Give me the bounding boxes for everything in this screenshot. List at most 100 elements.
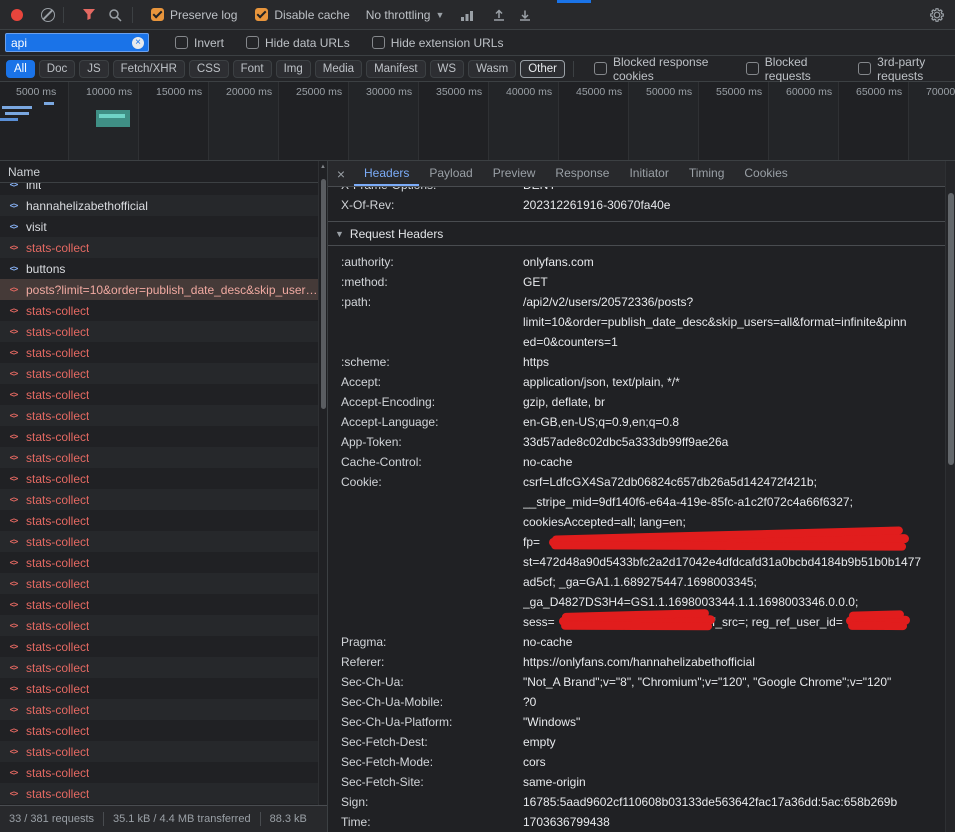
request-row[interactable]: visit: [0, 216, 318, 237]
requests-scrollbar[interactable]: ▲: [318, 161, 327, 805]
request-row[interactable]: stats-collect: [0, 237, 318, 258]
details-tab[interactable]: Timing: [679, 161, 735, 186]
request-row[interactable]: hannahelizabethofficial: [0, 195, 318, 216]
header-value[interactable]: 33d57ade8c02dbc5a333db99ff9ae26a: [523, 432, 945, 452]
request-row[interactable]: posts?limit=10&order=publish_date_desc&s…: [0, 279, 318, 300]
network-conditions-icon[interactable]: [458, 6, 476, 24]
header-value[interactable]: DENY: [523, 187, 945, 195]
header-value[interactable]: GET: [523, 272, 945, 292]
request-row[interactable]: stats-collect: [0, 363, 318, 384]
type-filter-pill[interactable]: WS: [430, 60, 465, 78]
header-value[interactable]: onlyfans.com: [523, 252, 945, 272]
request-row[interactable]: stats-collect: [0, 321, 318, 342]
request-row[interactable]: stats-collect: [0, 405, 318, 426]
header-value[interactable]: ?0: [523, 692, 945, 712]
type-filter-pill[interactable]: Media: [315, 60, 362, 78]
scroll-up-icon[interactable]: ▲: [320, 164, 326, 170]
type-filter-pill[interactable]: All: [6, 60, 35, 78]
toolbar-checkbox[interactable]: Preserve log: [151, 8, 237, 22]
header-value[interactable]: no-cache: [523, 452, 945, 472]
request-row[interactable]: stats-collect: [0, 741, 318, 762]
settings-gear-icon[interactable]: [928, 6, 946, 24]
request-row[interactable]: stats-collect: [0, 615, 318, 636]
type-filter-pill[interactable]: Other: [520, 60, 565, 78]
request-row[interactable]: stats-collect: [0, 552, 318, 573]
request-name: buttons: [26, 262, 65, 276]
throttling-dropdown[interactable]: No throttling ▼: [366, 8, 445, 22]
request-row[interactable]: stats-collect: [0, 573, 318, 594]
clear-icon[interactable]: [41, 8, 55, 22]
header-value[interactable]: 16785:5aad9602cf110608b03133de563642fac1…: [523, 792, 945, 812]
filter-checkbox[interactable]: Hide extension URLs: [372, 36, 504, 50]
details-scrollbar[interactable]: [945, 161, 955, 832]
request-row[interactable]: stats-collect: [0, 468, 318, 489]
type-filter-pill[interactable]: Doc: [39, 60, 75, 78]
type-filter-pill[interactable]: Fetch/XHR: [113, 60, 185, 78]
import-har-icon[interactable]: [490, 6, 508, 24]
request-row[interactable]: stats-collect: [0, 762, 318, 783]
request-row[interactable]: stats-collect: [0, 384, 318, 405]
type-filter-pill[interactable]: Manifest: [366, 60, 425, 78]
request-row[interactable]: stats-collect: [0, 594, 318, 615]
request-headers-section-header[interactable]: ▼ Request Headers: [328, 221, 945, 246]
header-value[interactable]: https: [523, 352, 945, 372]
header-value[interactable]: empty: [523, 732, 945, 752]
scrollbar-thumb[interactable]: [321, 179, 326, 409]
filter-icon[interactable]: [80, 6, 98, 24]
type-filter-pill[interactable]: Wasm: [468, 60, 516, 78]
request-filter-checkbox[interactable]: Blocked response cookies: [594, 55, 726, 83]
header-value[interactable]: https://onlyfans.com/hannahelizabethoffi…: [523, 652, 945, 672]
export-har-icon[interactable]: [516, 6, 534, 24]
header-value[interactable]: same-origin: [523, 772, 945, 792]
filter-input[interactable]: api ×: [5, 33, 149, 52]
type-filter-pill[interactable]: CSS: [189, 60, 229, 78]
details-tab[interactable]: Headers: [354, 161, 419, 186]
header-value[interactable]: no-cache: [523, 632, 945, 652]
search-icon[interactable]: [106, 6, 124, 24]
request-row[interactable]: stats-collect: [0, 699, 318, 720]
filter-checkbox[interactable]: Hide data URLs: [246, 36, 350, 50]
header-value[interactable]: en-GB,en-US;q=0.9,en;q=0.8: [523, 412, 945, 432]
header-value[interactable]: application/json, text/plain, */*: [523, 372, 945, 392]
filter-checkbox[interactable]: Invert: [175, 36, 224, 50]
type-filter-pill[interactable]: Img: [276, 60, 311, 78]
details-tab[interactable]: Preview: [483, 161, 546, 186]
network-overview-timeline[interactable]: 5000 ms10000 ms15000 ms20000 ms25000 ms3…: [0, 82, 955, 161]
header-value[interactable]: /api2/v2/users/20572336/posts? limit=10&…: [523, 292, 945, 352]
details-tab[interactable]: Initiator: [619, 161, 678, 186]
details-tab[interactable]: Cookies: [734, 161, 797, 186]
request-filter-checkbox[interactable]: 3rd-party requests: [858, 55, 955, 83]
record-button[interactable]: [11, 9, 23, 21]
details-tab[interactable]: Payload: [419, 161, 482, 186]
name-column-header[interactable]: Name: [0, 161, 318, 183]
header-value[interactable]: gzip, deflate, br: [523, 392, 945, 412]
request-row[interactable]: stats-collect: [0, 636, 318, 657]
request-row[interactable]: stats-collect: [0, 657, 318, 678]
request-row[interactable]: stats-collect: [0, 510, 318, 531]
request-filter-checkbox[interactable]: Blocked requests: [746, 55, 838, 83]
header-value[interactable]: "Windows": [523, 712, 945, 732]
header-value[interactable]: 1703636799438: [523, 812, 945, 832]
request-row[interactable]: stats-collect: [0, 720, 318, 741]
clear-filter-icon[interactable]: ×: [132, 37, 144, 49]
request-row[interactable]: stats-collect: [0, 426, 318, 447]
toolbar-checkbox[interactable]: Disable cache: [255, 8, 349, 22]
type-filter-pill[interactable]: JS: [79, 60, 108, 78]
request-row[interactable]: stats-collect: [0, 342, 318, 363]
request-row[interactable]: stats-collect: [0, 783, 318, 804]
request-row[interactable]: stats-collect: [0, 300, 318, 321]
header-value[interactable]: csrf=LdfcGX4Sa72db06824c657db26a5d142472…: [523, 472, 945, 632]
header-value[interactable]: "Not_A Brand";v="8", "Chromium";v="120",…: [523, 672, 945, 692]
details-tab[interactable]: Response: [545, 161, 619, 186]
request-row[interactable]: stats-collect: [0, 678, 318, 699]
request-row[interactable]: buttons: [0, 258, 318, 279]
request-row[interactable]: stats-collect: [0, 531, 318, 552]
request-row[interactable]: stats-collect: [0, 489, 318, 510]
request-row[interactable]: init: [0, 183, 318, 195]
header-value[interactable]: cors: [523, 752, 945, 772]
request-row[interactable]: stats-collect: [0, 447, 318, 468]
close-icon[interactable]: ×: [328, 166, 354, 182]
header-value[interactable]: 202312261916-30670fa40e: [523, 195, 945, 215]
scrollbar-thumb[interactable]: [948, 193, 954, 465]
type-filter-pill[interactable]: Font: [233, 60, 272, 78]
